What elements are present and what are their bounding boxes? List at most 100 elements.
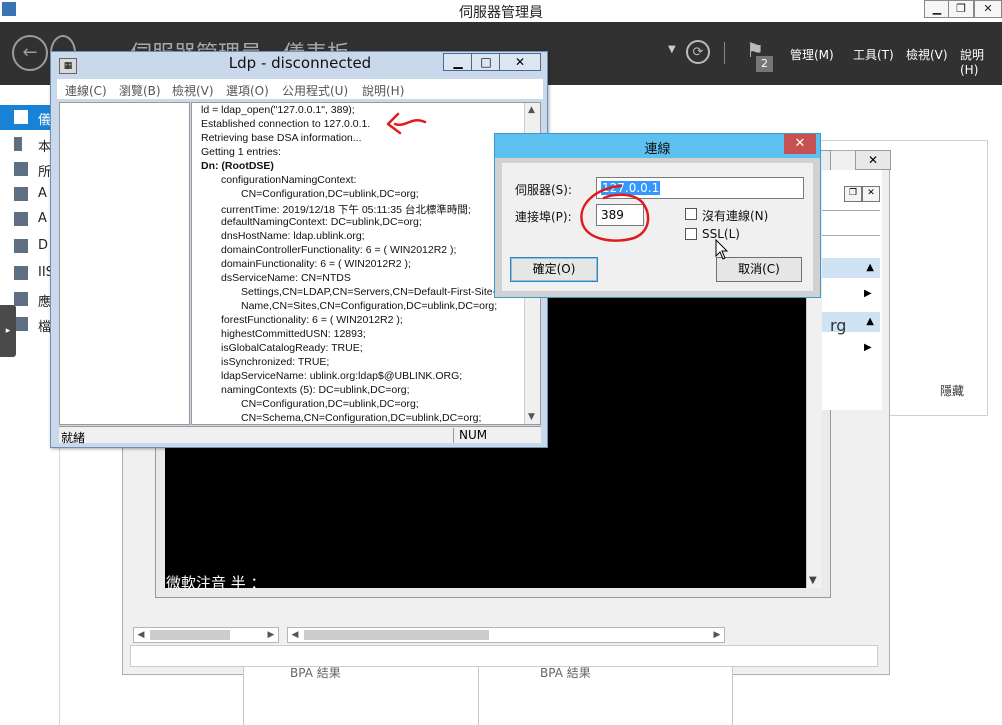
scroll-right-icon[interactable]: ▶ (264, 628, 278, 642)
dropdown-chevron-icon[interactable]: ▼ (668, 44, 676, 55)
scroll-left-icon[interactable]: ◀ (288, 628, 302, 642)
mmc-close-button[interactable]: ✕ (855, 150, 891, 170)
dialog-close-button[interactable]: ✕ (784, 134, 816, 154)
ldp-output-line: domainFunctionality: 6 = ( WIN2012R2 ); (221, 258, 411, 270)
ldp-output-line: isSynchronized: TRUE; (221, 356, 330, 368)
app-server-icon (14, 292, 28, 306)
nav-item-label: D (38, 238, 49, 253)
ldp-maximize-button[interactable]: □ (471, 53, 501, 71)
ldp-output-line: forestFunctionality: 6 = ( WIN2012R2 ); (221, 314, 403, 326)
scroll-down-icon[interactable]: ▼ (528, 412, 535, 422)
window-title: 伺服器管理員 (459, 5, 543, 21)
scroll-down-icon[interactable]: ▼ (809, 575, 817, 586)
expand-arrow-icon[interactable]: ▶ (864, 288, 872, 299)
scroll-left-icon[interactable]: ◀ (134, 628, 148, 642)
scroll-up-icon[interactable]: ▲ (528, 105, 535, 115)
bottom-pane (130, 645, 878, 667)
collapse-up-icon: ▲ (866, 262, 874, 273)
menu-browse[interactable]: 瀏覽(B) (119, 82, 161, 99)
ime-status: 微軟注音 半 ： (166, 574, 266, 592)
menu-help[interactable]: 說明(H) (960, 46, 1002, 77)
ldp-output-line: Established connection to 127.0.0.1. (201, 118, 371, 130)
mouse-cursor-icon (715, 239, 729, 260)
iis-icon (14, 266, 28, 280)
dns-icon (14, 239, 28, 253)
menu-connection[interactable]: 連線(C) (65, 82, 107, 99)
close-icon[interactable]: ✕ (862, 186, 880, 202)
ldp-output-line: CN=Configuration,DC=ublink,DC=org; (241, 188, 419, 200)
scroll-thumb[interactable] (150, 630, 230, 640)
file-services-icon (14, 317, 28, 331)
dashboard-icon (14, 110, 28, 124)
ldp-tree-pane[interactable] (59, 102, 190, 425)
ldp-output-line: Retrieving base DSA information... (201, 132, 362, 144)
server-label: 伺服器(S): (515, 183, 573, 197)
maximize-button[interactable]: ❐ (948, 0, 974, 18)
scroll-thumb[interactable] (304, 630, 489, 640)
port-label: 連接埠(P): (515, 210, 572, 224)
ldp-output-line: highestCommittedUSN: 12893; (221, 328, 366, 340)
horizontal-scrollbar[interactable]: ◀ ▶ (287, 627, 725, 643)
menu-view[interactable]: 檢視(V) (906, 46, 948, 63)
connect-dialog: 連線 ✕ 伺服器(S): 127.0.0.1 連接埠(P): 389 沒有連線(… (494, 133, 821, 298)
connectionless-checkbox[interactable] (685, 208, 697, 220)
ssl-checkbox[interactable] (685, 228, 697, 240)
back-arrow-icon[interactable]: ← (12, 35, 48, 71)
actions-section-header[interactable]: ▲ (822, 258, 880, 278)
ldp-window: ▦ Ldp - disconnected ▁ □ ✕ 連線(C) 瀏覽(B) 檢… (50, 51, 548, 448)
ldp-output-line: isGlobalCatalogReady: TRUE; (221, 342, 363, 354)
expand-arrow-icon[interactable]: ▶ (864, 342, 872, 353)
server-input[interactable]: 127.0.0.1 (596, 177, 804, 199)
menu-view[interactable]: 檢視(V) (172, 82, 214, 99)
menu-manage[interactable]: 管理(M) (790, 46, 834, 63)
divider (822, 210, 880, 211)
ok-button[interactable]: 確定(O) (510, 257, 598, 282)
status-text: 就緒 (61, 431, 86, 445)
ldp-output-line: Dn: (RootDSE) (201, 160, 274, 172)
nav-item-label: A (38, 211, 47, 226)
section-title-fragment: rg (830, 316, 847, 335)
ldp-output-line: dnsHostName: ldap.ublink.org; (221, 230, 365, 242)
server-input-value: 127.0.0.1 (601, 181, 661, 195)
servers-icon (14, 162, 28, 176)
close-button[interactable]: ✕ (974, 0, 1002, 18)
ldp-menubar: 連線(C) 瀏覽(B) 檢視(V) 選項(O) 公用程式(U) 說明(H) (57, 79, 543, 99)
server-manager-titlebar: 伺服器管理員 ▁ ❐ ✕ (0, 0, 1002, 22)
ldp-output-line: namingContexts (5): DC=ublink,DC=org; (221, 384, 410, 396)
ldp-output-line: dsServiceName: CN=NTDS (221, 272, 351, 284)
menu-options[interactable]: 選項(O) (226, 82, 269, 99)
scroll-right-icon[interactable]: ▶ (710, 628, 724, 642)
minimize-button[interactable]: ▁ (924, 0, 950, 18)
menu-help[interactable]: 說明(H) (362, 82, 404, 99)
ldp-output-line: Getting 1 entries: (201, 146, 281, 158)
role-icon (14, 187, 28, 201)
actions-pane-buttons: ❐ ✕ (844, 184, 880, 202)
horizontal-scrollbar[interactable]: ◀ ▶ (133, 627, 279, 643)
menu-tools[interactable]: 工具(T) (853, 46, 894, 63)
ldp-output-line: ldapServiceName: ublink.org:ldap$@UBLINK… (221, 370, 463, 382)
ldp-output-pane[interactable]: ld = ldap_open("127.0.0.1", 389); Establi… (191, 102, 541, 425)
ldp-output-line: Name,CN=Sites,CN=Configuration,DC=ublink… (241, 300, 498, 312)
nav-item-label: A (38, 186, 47, 201)
ldp-output-line: Settings,CN=LDAP,CN=Servers,CN=Default-F… (241, 286, 497, 298)
collapse-pane-tab[interactable]: ▸ (0, 305, 16, 357)
header-divider (724, 42, 725, 64)
refresh-icon[interactable]: ⟳ (686, 40, 710, 64)
divider (822, 235, 880, 236)
actions-pane (822, 170, 882, 410)
ldp-output-line: currentTime: 2019/12/18 下午 05:11:35 台北標準… (221, 204, 471, 216)
menu-utilities[interactable]: 公用程式(U) (282, 82, 348, 99)
role-icon (14, 212, 28, 226)
restore-icon[interactable]: ❐ (844, 186, 862, 202)
collapse-up-icon: ▲ (866, 316, 874, 327)
console-scrollbar[interactable]: ▼ (806, 298, 822, 588)
divider (478, 660, 479, 725)
ldp-output-line: domainControllerFunctionality: 6 = ( WIN… (221, 244, 457, 256)
hide-link[interactable]: 隱藏 (940, 382, 964, 399)
notification-count-badge: 2 (756, 56, 773, 72)
ldp-close-button[interactable]: ✕ (499, 53, 541, 71)
port-input[interactable]: 389 (596, 204, 644, 226)
ldp-minimize-button[interactable]: ▁ (443, 53, 473, 71)
dialog-body: 伺服器(S): 127.0.0.1 連接埠(P): 389 沒有連線(N) SS… (502, 163, 813, 291)
ldp-output-line: defaultNamingContext: DC=ublink,DC=org; (221, 216, 422, 228)
